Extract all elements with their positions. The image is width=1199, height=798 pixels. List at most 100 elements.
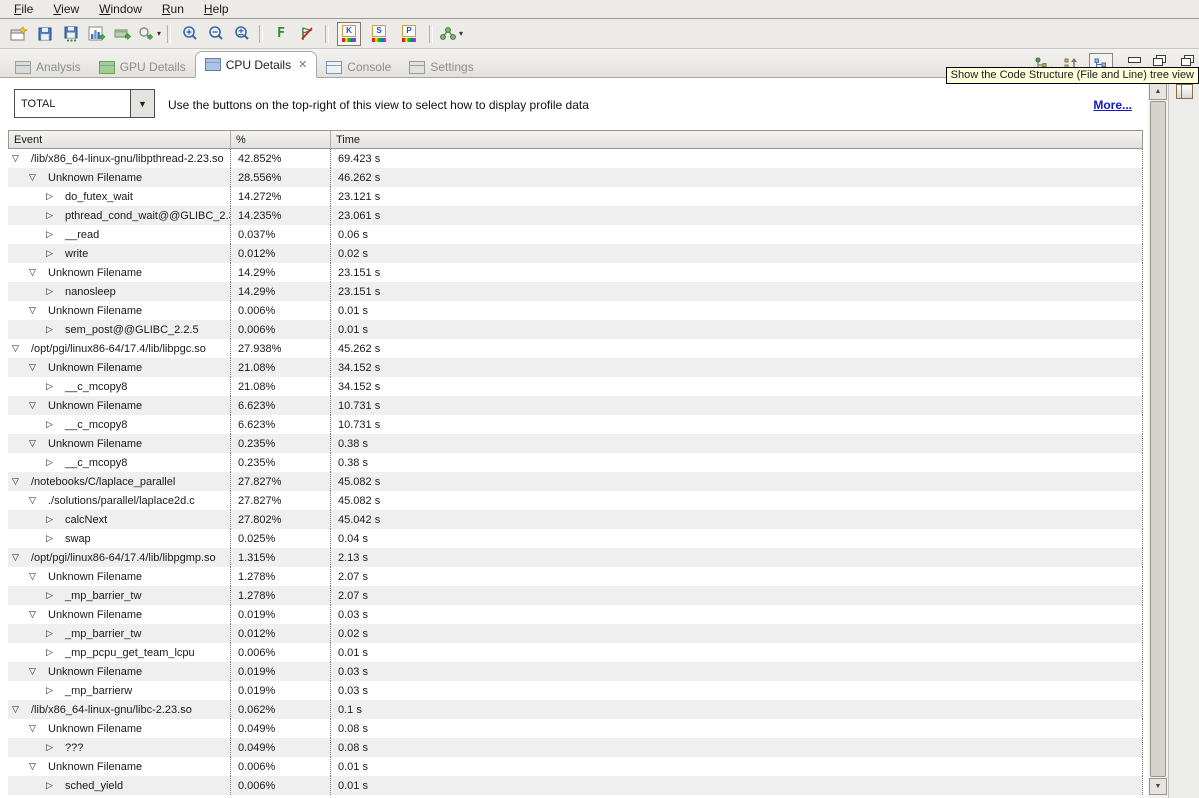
chevron-down-icon[interactable]: ▾ <box>157 29 161 38</box>
menu-window[interactable]: Window <box>89 1 152 18</box>
tree-toggle-icon[interactable]: ▽ <box>29 267 41 278</box>
save-all-icon[interactable] <box>59 22 83 46</box>
column-header-time[interactable]: Time <box>331 131 1142 148</box>
table-row[interactable]: ▽ Unknown Filename 1.278% 2.07 s <box>8 567 1143 586</box>
tree-toggle-icon[interactable]: ▽ <box>29 609 41 620</box>
more-link[interactable]: More... <box>1093 98 1132 112</box>
table-row[interactable]: ▽ Unknown Filename 28.556% 46.262 s <box>8 168 1143 187</box>
table-row[interactable]: ▷ __read 0.037% 0.06 s <box>8 225 1143 244</box>
tree-toggle-icon[interactable]: ▷ <box>46 742 58 753</box>
table-row[interactable]: ▽ /opt/pgi/linux86-64/17.4/lib/libpgmp.s… <box>8 548 1143 567</box>
table-row[interactable]: ▽ ./solutions/parallel/laplace2d.c 27.82… <box>8 491 1143 510</box>
tree-toggle-icon[interactable]: ▷ <box>46 248 58 259</box>
tab-gpu-details[interactable]: GPU Details <box>90 56 195 78</box>
marker-forward-icon[interactable]: F <box>269 22 293 46</box>
menu-help[interactable]: Help <box>194 1 239 18</box>
table-row[interactable]: ▷ __c_mcopy8 21.08% 34.152 s <box>8 377 1143 396</box>
table-row[interactable]: ▽ /lib/x86_64-linux-gnu/libc-2.23.so 0.0… <box>8 700 1143 719</box>
table-row[interactable]: ▷ write 0.012% 0.02 s <box>8 244 1143 263</box>
scrollbar-thumb[interactable] <box>1150 101 1166 777</box>
tree-toggle-icon[interactable]: ▽ <box>12 343 24 354</box>
stream-mode-icon[interactable]: S <box>367 22 391 46</box>
column-header-percent[interactable]: % <box>231 131 331 148</box>
maximize-view-icon[interactable] <box>1153 55 1165 65</box>
tree-toggle-icon[interactable]: ▷ <box>46 628 58 639</box>
tree-toggle-icon[interactable]: ▷ <box>46 381 58 392</box>
table-row[interactable]: ▷ calcNext 27.802% 45.042 s <box>8 510 1143 529</box>
tree-toggle-icon[interactable]: ▽ <box>12 153 24 164</box>
tree-toggle-icon[interactable]: ▽ <box>29 495 41 506</box>
minimized-view-icon[interactable] <box>1176 84 1193 99</box>
table-row[interactable]: ▷ sem_post@@GLIBC_2.2.5 0.006% 0.01 s <box>8 320 1143 339</box>
table-row[interactable]: ▷ nanosleep 14.29% 23.151 s <box>8 282 1143 301</box>
tree-toggle-icon[interactable]: ▽ <box>29 723 41 734</box>
tab-settings[interactable]: Settings <box>400 56 482 78</box>
combo-dropdown-button[interactable]: ▼ <box>130 90 154 117</box>
tab-close-icon[interactable]: ✕ <box>298 58 307 71</box>
menu-view[interactable]: View <box>43 1 89 18</box>
tab-cpu-details[interactable]: CPU Details ✕ <box>195 51 318 78</box>
chevron-down-icon[interactable]: ▾ <box>459 29 463 38</box>
save-icon[interactable] <box>33 22 57 46</box>
table-row[interactable]: ▽ /notebooks/C/laplace_parallel 27.827% … <box>8 472 1143 491</box>
tab-analysis[interactable]: Analysis <box>6 56 90 78</box>
vertical-scrollbar[interactable]: ▲ ▼ <box>1148 78 1168 798</box>
table-row[interactable]: ▷ sched_yield 0.006% 0.01 s <box>8 776 1143 795</box>
import-icon[interactable] <box>111 22 135 46</box>
table-row[interactable]: ▷ ??? 0.049% 0.08 s <box>8 738 1143 757</box>
tree-toggle-icon[interactable]: ▽ <box>29 438 41 449</box>
tree-toggle-icon[interactable]: ▽ <box>29 666 41 677</box>
profile-application-icon[interactable] <box>85 22 109 46</box>
tree-toggle-icon[interactable]: ▷ <box>46 590 58 601</box>
menu-file[interactable]: File <box>4 1 43 18</box>
tree-toggle-icon[interactable]: ▽ <box>29 400 41 411</box>
topology-icon[interactable]: ▾ <box>439 22 463 46</box>
zoom-in-icon[interactable] <box>177 22 201 46</box>
tree-toggle-icon[interactable]: ▷ <box>46 514 58 525</box>
restore-view-icon[interactable] <box>1181 55 1193 65</box>
table-row[interactable]: ▷ _mp_barrier_tw 1.278% 2.07 s <box>8 586 1143 605</box>
table-row[interactable]: ▽ Unknown Filename 0.006% 0.01 s <box>8 757 1143 776</box>
tree-toggle-icon[interactable]: ▷ <box>46 324 58 335</box>
tree-toggle-icon[interactable]: ▽ <box>29 172 41 183</box>
minimize-view-icon[interactable] <box>1128 57 1141 63</box>
table-row[interactable]: ▷ __c_mcopy8 6.623% 10.731 s <box>8 415 1143 434</box>
tree-toggle-icon[interactable]: ▽ <box>29 571 41 582</box>
zoom-reset-icon[interactable] <box>229 22 253 46</box>
tree-toggle-icon[interactable]: ▷ <box>46 419 58 430</box>
tree-toggle-icon[interactable]: ▷ <box>46 647 58 658</box>
table-row[interactable]: ▽ Unknown Filename 0.019% 0.03 s <box>8 605 1143 624</box>
tree-toggle-icon[interactable]: ▽ <box>29 362 41 373</box>
menu-run[interactable]: Run <box>152 1 194 18</box>
table-row[interactable]: ▷ swap 0.025% 0.04 s <box>8 529 1143 548</box>
table-row[interactable]: ▷ __c_mcopy8 0.235% 0.38 s <box>8 453 1143 472</box>
table-row[interactable]: ▽ Unknown Filename 0.006% 0.01 s <box>8 301 1143 320</box>
tree-toggle-icon[interactable]: ▷ <box>46 457 58 468</box>
tree-toggle-icon[interactable]: ▽ <box>12 704 24 715</box>
table-row[interactable]: ▷ _mp_pcpu_get_team_lcpu 0.006% 0.01 s <box>8 643 1143 662</box>
zoom-out-icon[interactable] <box>203 22 227 46</box>
display-mode-combobox[interactable]: TOTAL ▼ <box>14 89 155 118</box>
marker-clear-icon[interactable] <box>295 22 319 46</box>
process-mode-icon[interactable]: P <box>397 22 421 46</box>
kernel-mode-icon[interactable]: K <box>337 22 361 46</box>
tree-toggle-icon[interactable]: ▽ <box>29 761 41 772</box>
tree-toggle-icon[interactable]: ▷ <box>46 780 58 791</box>
table-row[interactable]: ▽ /opt/pgi/linux86-64/17.4/lib/libpgc.so… <box>8 339 1143 358</box>
tree-toggle-icon[interactable]: ▷ <box>46 191 58 202</box>
scroll-down-button[interactable]: ▼ <box>1149 778 1167 795</box>
table-row[interactable]: ▷ _mp_barrier_tw 0.012% 0.02 s <box>8 624 1143 643</box>
tab-console[interactable]: Console <box>317 56 400 78</box>
scroll-up-button[interactable]: ▲ <box>1149 83 1167 100</box>
tree-toggle-icon[interactable]: ▽ <box>29 305 41 316</box>
table-row[interactable]: ▽ Unknown Filename 6.623% 10.731 s <box>8 396 1143 415</box>
tree-toggle-icon[interactable]: ▷ <box>46 210 58 221</box>
table-row[interactable]: ▽ Unknown Filename 21.08% 34.152 s <box>8 358 1143 377</box>
tree-toggle-icon[interactable]: ▷ <box>46 286 58 297</box>
table-row[interactable]: ▽ /lib/x86_64-linux-gnu/libpthread-2.23.… <box>8 149 1143 168</box>
table-row[interactable]: ▽ Unknown Filename 0.049% 0.08 s <box>8 719 1143 738</box>
tree-toggle-icon[interactable]: ▷ <box>46 533 58 544</box>
tree-toggle-icon[interactable]: ▷ <box>46 685 58 696</box>
table-row[interactable]: ▽ Unknown Filename 0.019% 0.03 s <box>8 662 1143 681</box>
tree-toggle-icon[interactable]: ▷ <box>46 229 58 240</box>
